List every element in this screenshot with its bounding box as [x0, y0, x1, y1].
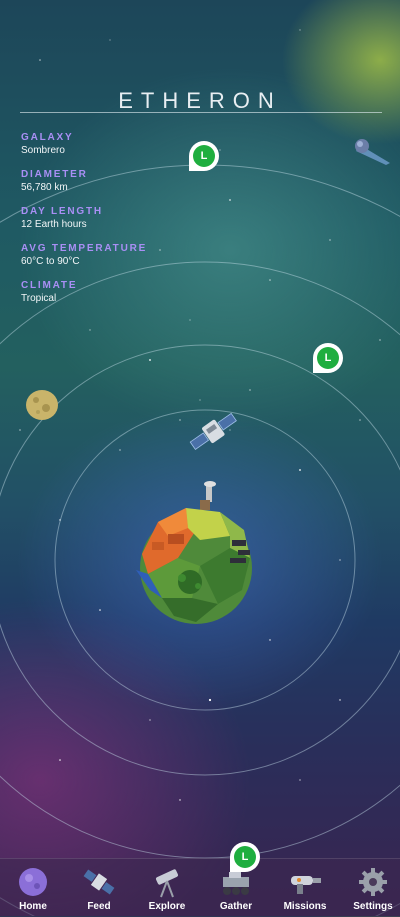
marker-letter: L [317, 347, 339, 369]
stat-label: DAY LENGTH [21, 206, 103, 217]
nav-label: Settings [353, 901, 393, 912]
marker-letter: L [234, 846, 256, 868]
nav-label: Gather [219, 901, 253, 912]
telescope-icon [155, 869, 179, 898]
planet-icon [19, 868, 47, 896]
comet-icon[interactable] [350, 135, 394, 169]
nav-label: Home [19, 901, 47, 912]
nav-missions[interactable]: Missions [272, 859, 338, 917]
satellite-icon [83, 869, 115, 895]
gear-icon [359, 868, 387, 896]
stat-value: Tropical [21, 293, 57, 304]
stat-day-length: DAY LENGTH 12 Earth hours [21, 205, 147, 231]
stat-value: 60°C to 90°C [21, 256, 80, 267]
nav-home[interactable]: Home [0, 859, 66, 917]
stat-value: 56,780 km [21, 182, 68, 193]
nav-explore[interactable]: Explore [134, 859, 200, 917]
stat-climate: CLIMATE Tropical [21, 279, 147, 305]
location-marker[interactable]: L [189, 141, 219, 171]
stat-value: 12 Earth hours [21, 219, 87, 230]
nav-label: Missions [283, 901, 327, 912]
stat-label: DIAMETER [21, 169, 88, 180]
planet-stats: GALAXY Sombrero DIAMETER 56,780 km DAY L… [21, 131, 147, 316]
stat-label: GALAXY [21, 132, 74, 143]
planet-globe[interactable] [128, 478, 264, 624]
location-marker[interactable]: L [230, 842, 260, 872]
nav-feed[interactable]: Feed [66, 859, 132, 917]
stat-label: AVG TEMPERATURE [21, 243, 148, 254]
asteroid-icon[interactable] [24, 388, 60, 422]
nav-settings[interactable]: Settings [340, 859, 400, 917]
stat-label: CLIMATE [21, 280, 78, 291]
title-divider [20, 112, 382, 113]
stat-avg-temperature: AVG TEMPERATURE 60°C to 90°C [21, 242, 147, 268]
nav-label: Explore [148, 901, 186, 912]
raygun-icon [291, 876, 321, 894]
bottom-nav: Home Feed Explore Gather Missions Settin… [0, 858, 400, 917]
stat-diameter: DIAMETER 56,780 km [21, 168, 147, 194]
nav-label: Feed [87, 901, 111, 912]
satellite-icon[interactable] [186, 402, 240, 460]
marker-letter: L [193, 145, 215, 167]
stat-value: Sombrero [21, 145, 65, 156]
stat-galaxy: GALAXY Sombrero [21, 131, 147, 157]
planet-name: ETHERON [118, 88, 282, 113]
location-marker[interactable]: L [313, 343, 343, 373]
